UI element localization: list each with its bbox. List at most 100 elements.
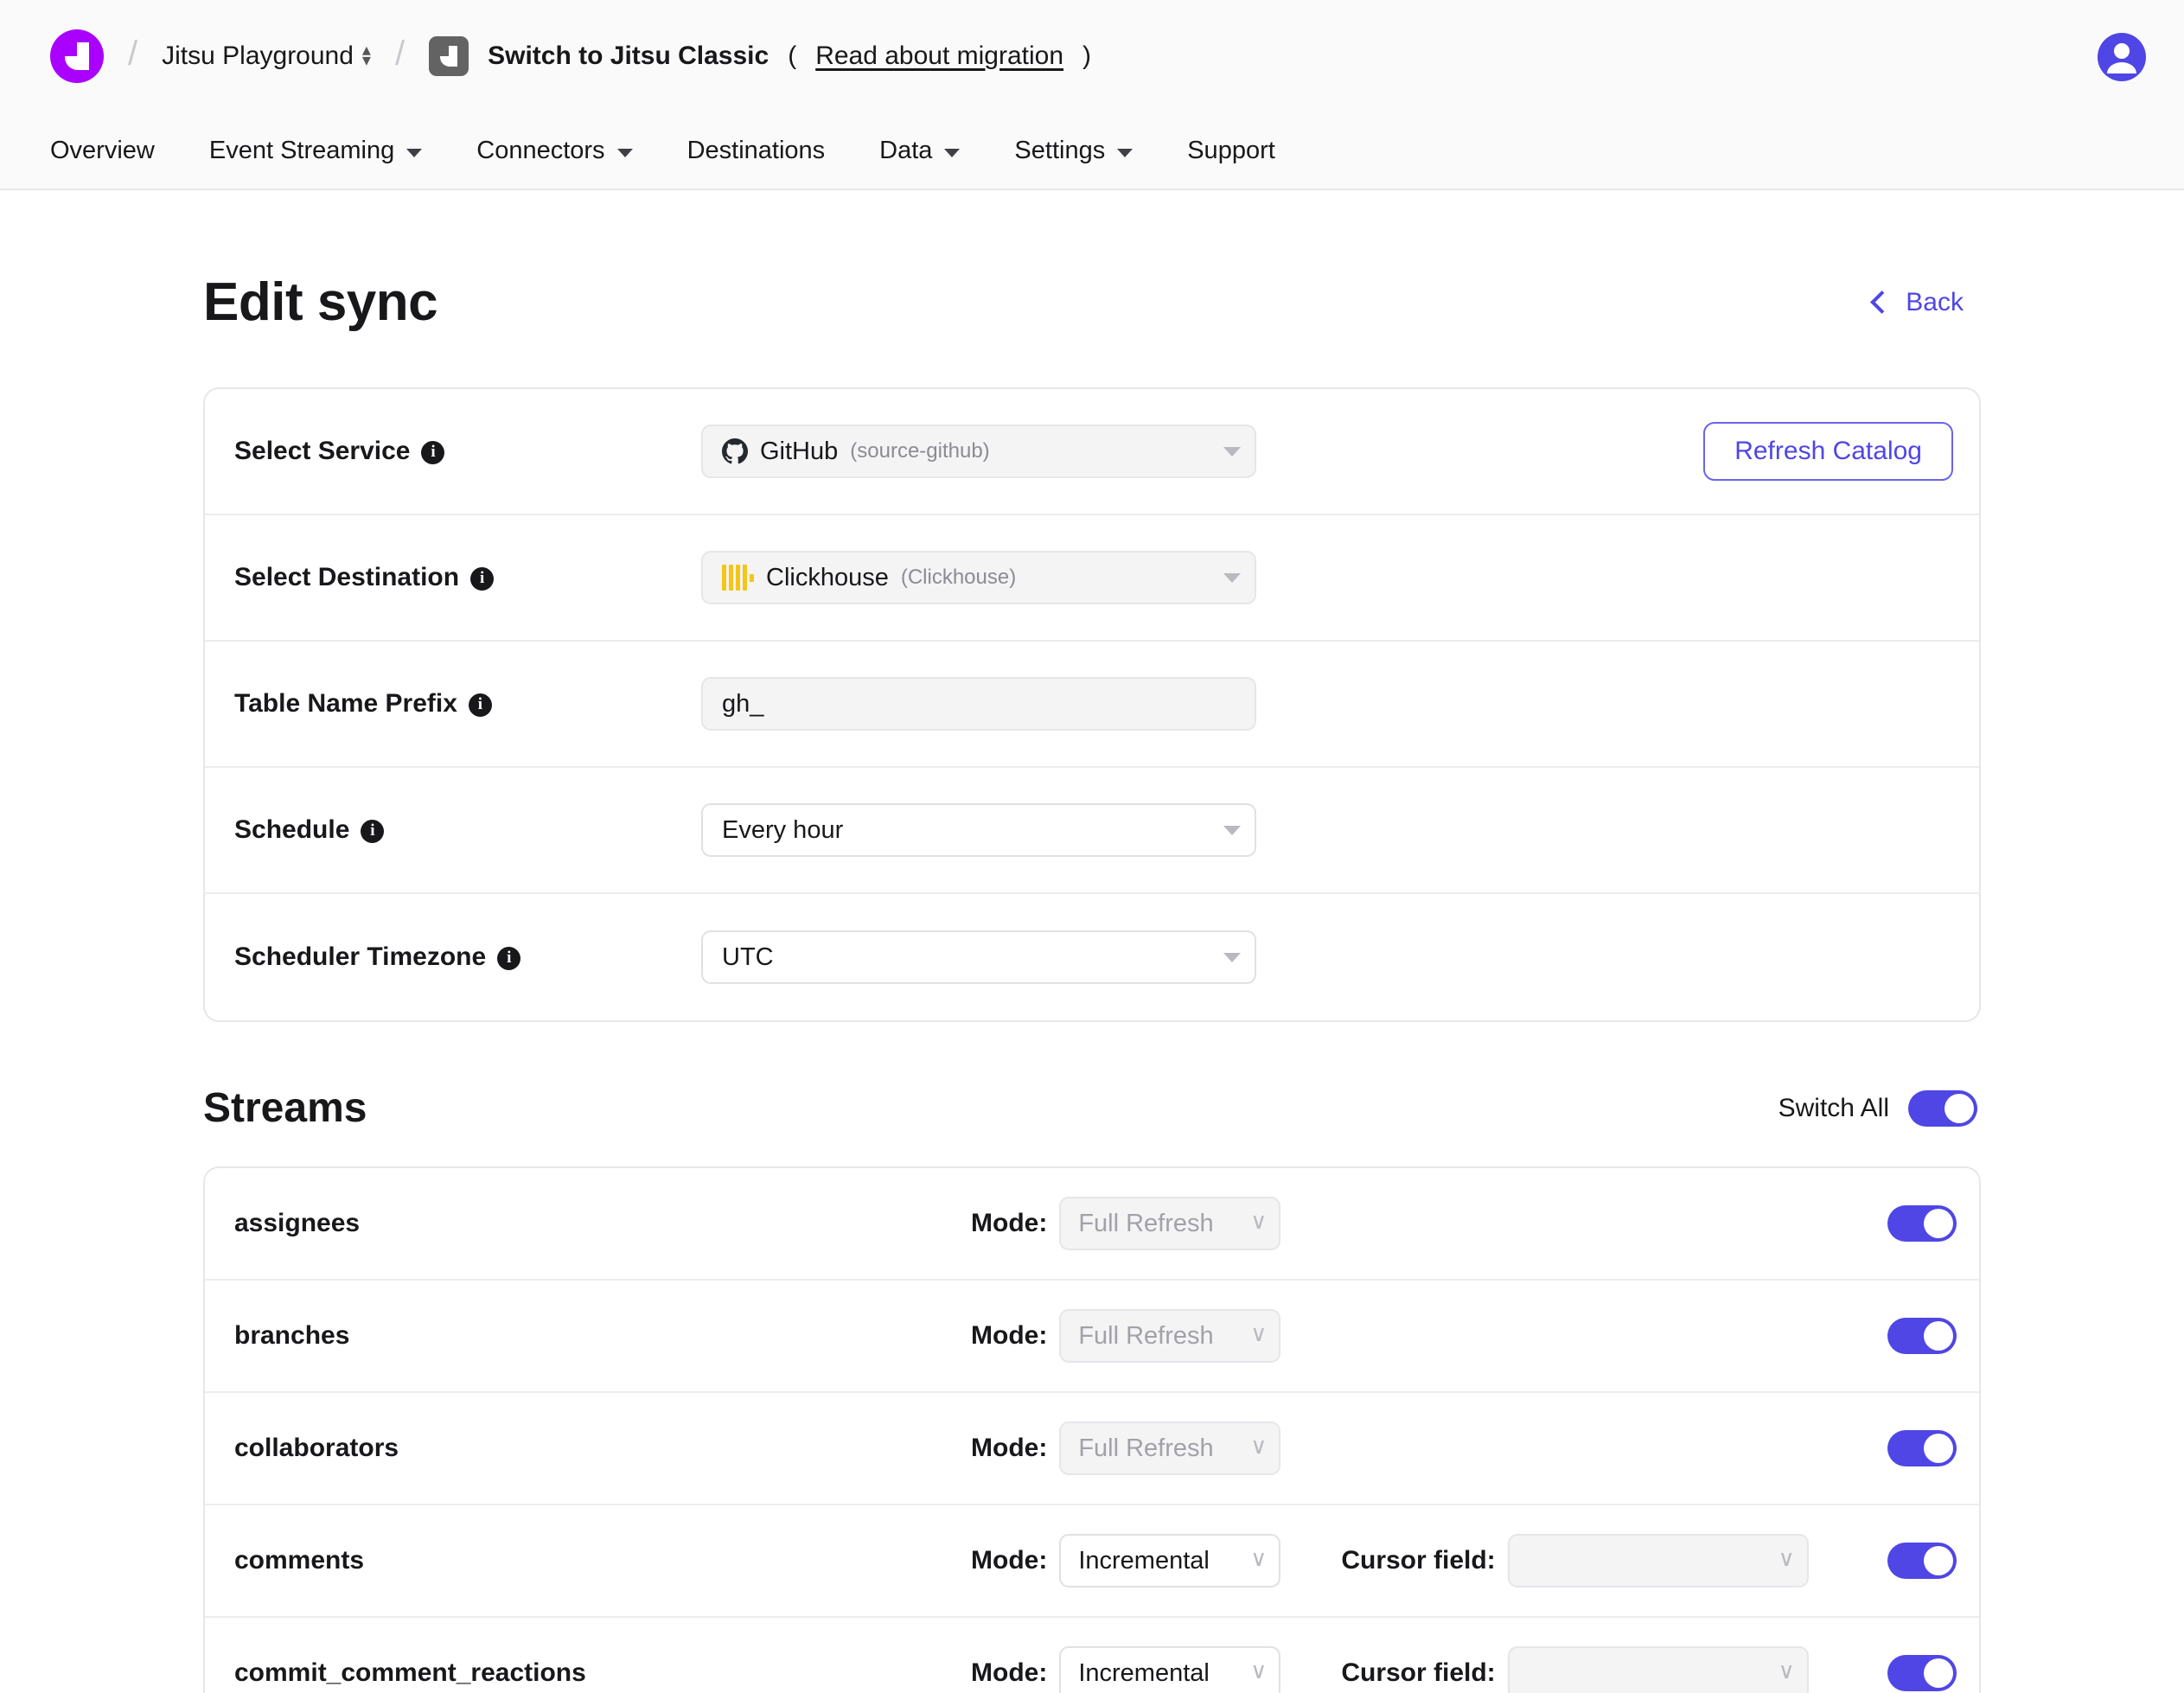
- stream-enabled-toggle[interactable]: [1887, 1205, 1957, 1242]
- stream-toggle-wrap: [1887, 1318, 1957, 1354]
- switch-all-label: Switch All: [1778, 1093, 1889, 1122]
- mode-select[interactable]: Incremental ∨: [1059, 1534, 1281, 1588]
- nav-item-label: Support: [1187, 136, 1275, 164]
- nav-item-label: Event Streaming: [208, 136, 395, 164]
- field-label: Schedule i: [234, 815, 701, 845]
- mode-value: Full Refresh: [1078, 1434, 1214, 1462]
- stream-toggle-wrap: [1887, 1543, 1957, 1579]
- nav-item-support[interactable]: Support: [1187, 137, 1304, 165]
- read-about-migration-link[interactable]: Read about migration: [815, 42, 1063, 71]
- mode-select[interactable]: Full Refresh ∨: [1059, 1421, 1281, 1475]
- stream-row: branches Mode: Full Refresh ∨: [205, 1281, 1979, 1393]
- paren-close: ): [1082, 42, 1092, 70]
- user-avatar-icon[interactable]: [2098, 33, 2146, 81]
- field-label: Scheduler Timezone i: [234, 942, 701, 972]
- nav-item-overview[interactable]: Overview: [50, 137, 183, 165]
- stream-row: commit_comment_reactions Mode: Incremental…: [205, 1618, 1979, 1693]
- info-icon[interactable]: i: [497, 946, 521, 970]
- field-label-text: Select Destination: [234, 563, 460, 591]
- cursor-field-select[interactable]: ∨: [1507, 1534, 1809, 1588]
- stream-row: comments Mode: Incremental ∨ Cursor field: ∨: [205, 1505, 1979, 1618]
- stream-name: assignees: [234, 1209, 361, 1237]
- breadcrumb-separator-2: /: [394, 34, 406, 73]
- streams-list: assignees Mode: Full Refresh ∨ branches Mode:…: [203, 1166, 1981, 1693]
- nav-item-destinations[interactable]: Destinations: [687, 137, 854, 165]
- paren-open: (: [788, 42, 797, 70]
- field-value-text: gh_: [722, 689, 764, 718]
- info-icon[interactable]: i: [470, 566, 495, 591]
- chevron-down-icon: ∨: [1250, 1545, 1268, 1571]
- info-icon[interactable]: i: [468, 693, 492, 717]
- field-label: Table Name Prefix i: [234, 689, 701, 719]
- nav-item-settings[interactable]: Settings: [1014, 137, 1161, 165]
- form-row-select-service: Select Service i GitHub (source-github) Refr…: [205, 389, 1979, 515]
- field-label-text: Scheduler Timezone: [234, 942, 487, 971]
- select-select-service[interactable]: GitHub (source-github): [701, 425, 1256, 478]
- stream-enabled-toggle[interactable]: [1887, 1655, 1957, 1691]
- field-value: UTC: [722, 943, 1215, 972]
- stream-name: branches: [234, 1321, 350, 1350]
- chevron-down-icon: ∨: [1250, 1320, 1268, 1346]
- form-row-schedule: Schedule i Every hour: [205, 768, 1979, 894]
- mode-label: Mode:: [971, 1434, 1048, 1462]
- switch-to-classic-label[interactable]: Switch to Jitsu Classic: [488, 42, 769, 71]
- info-icon[interactable]: i: [421, 440, 445, 464]
- nav-item-label: Connectors: [476, 136, 605, 164]
- nav-item-label: Settings: [1014, 136, 1106, 164]
- field-value: gh_: [722, 690, 1241, 719]
- nav-item-connectors[interactable]: Connectors: [476, 137, 661, 165]
- select-select-destination[interactable]: Clickhouse (Clickhouse): [701, 551, 1256, 604]
- input-scheduler-timezone[interactable]: UTC: [701, 930, 1256, 984]
- sync-settings-card: Select Service i GitHub (source-github) Refr…: [203, 387, 1981, 1022]
- stream-toggle-wrap: [1887, 1430, 1957, 1466]
- cursor-field-group: Cursor field: ∨: [1341, 1534, 1809, 1588]
- input-table-name-prefix[interactable]: gh_: [701, 677, 1256, 731]
- chevron-left-icon: [1870, 291, 1894, 314]
- field-value-text: GitHub: [760, 437, 839, 465]
- stream-name: comments: [234, 1546, 365, 1575]
- stream-enabled-toggle[interactable]: [1887, 1430, 1957, 1466]
- nav-item-event-streaming[interactable]: Event Streaming: [209, 137, 450, 165]
- mode-value: Incremental: [1078, 1658, 1210, 1687]
- field-value: GitHub (source-github): [722, 438, 1215, 466]
- form-row-scheduler-timezone: Scheduler Timezone i UTC: [205, 894, 1979, 1020]
- mode-select[interactable]: Full Refresh ∨: [1059, 1309, 1281, 1363]
- breadcrumb-separator-1: /: [128, 34, 138, 73]
- input-schedule[interactable]: Every hour: [701, 803, 1256, 857]
- chevron-down-icon: [616, 149, 633, 157]
- chevron-down-icon: [1223, 446, 1241, 457]
- cursor-field-group: Cursor field: ∨: [1341, 1646, 1809, 1693]
- form-row-select-destination: Select Destination i Clickhouse (Clickhouse…: [205, 515, 1979, 642]
- mode-value: Full Refresh: [1078, 1209, 1214, 1237]
- mode-select[interactable]: Incremental ∨: [1059, 1646, 1281, 1693]
- chevron-down-icon: [1223, 572, 1241, 583]
- jitsu-logo-icon[interactable]: [50, 29, 104, 83]
- stream-enabled-toggle[interactable]: [1887, 1318, 1957, 1354]
- github-icon: [722, 438, 748, 464]
- switch-all-toggle[interactable]: [1908, 1089, 1977, 1127]
- field-label: Select Service i: [234, 437, 701, 466]
- field-label-text: Select Service: [234, 437, 411, 465]
- chevron-down-icon: ∨: [1250, 1658, 1268, 1683]
- chevron-down-icon: [944, 149, 961, 157]
- mode-select[interactable]: Full Refresh ∨: [1059, 1197, 1281, 1250]
- field-value: Clickhouse (Clickhouse): [722, 564, 1215, 592]
- page-content: Edit sync Back Select Service i GitHub (sou…: [0, 190, 2184, 1693]
- cursor-field-select[interactable]: ∨: [1507, 1646, 1809, 1693]
- refresh-catalog-button[interactable]: Refresh Catalog: [1703, 422, 1953, 481]
- stream-enabled-toggle[interactable]: [1887, 1543, 1957, 1579]
- nav-item-data[interactable]: Data: [879, 137, 988, 165]
- back-button[interactable]: Back: [1870, 288, 1967, 317]
- workspace-selector[interactable]: Jitsu Playground ▴ ▾: [162, 41, 371, 71]
- field-label: Select Destination i: [234, 563, 701, 592]
- chevron-down-icon: [1223, 825, 1241, 835]
- field-value: Every hour: [722, 816, 1215, 845]
- cursor-field-label: Cursor field:: [1341, 1658, 1496, 1687]
- mode-label: Mode:: [971, 1209, 1048, 1237]
- chevron-down-icon: [1117, 149, 1134, 157]
- nav-item-label: Data: [879, 136, 933, 164]
- info-icon[interactable]: i: [361, 819, 385, 843]
- field-value-text: UTC: [722, 942, 774, 971]
- nav-item-label: Destinations: [686, 136, 826, 164]
- page-header: Edit sync Back: [201, 190, 1983, 333]
